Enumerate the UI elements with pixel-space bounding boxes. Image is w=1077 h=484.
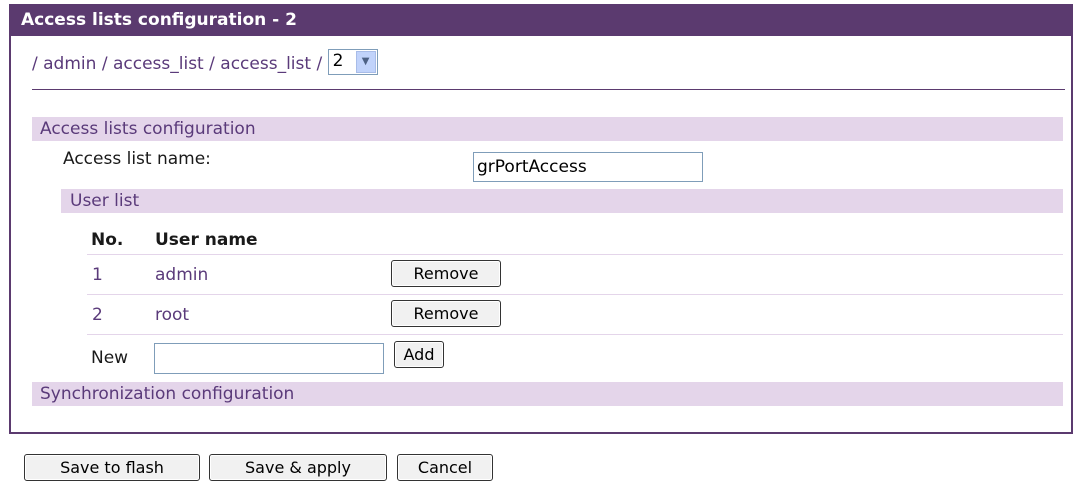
save-and-apply-button[interactable]: Save & apply — [209, 454, 387, 481]
breadcrumb-link-access-list-1[interactable]: access_list — [113, 54, 204, 74]
access-list-name-input[interactable] — [473, 152, 703, 182]
breadcrumb-separator: / — [311, 54, 328, 74]
column-header-no: No. — [91, 230, 124, 250]
breadcrumb-link-access-list-2[interactable]: access_list — [220, 54, 311, 74]
divider — [32, 89, 1065, 90]
remove-user-button[interactable]: Remove — [391, 300, 501, 327]
user-name: admin — [155, 265, 209, 285]
row-divider — [87, 254, 1063, 255]
row-number: 1 — [92, 265, 103, 285]
column-header-user-name: User name — [155, 230, 258, 250]
sync-section-header: Synchronization configuration — [32, 382, 1063, 406]
user-name: root — [155, 305, 190, 325]
list-index-select[interactable]: 2 ▼ — [327, 49, 378, 75]
new-user-label: New — [91, 348, 129, 368]
add-user-button[interactable]: Add — [394, 341, 444, 368]
breadcrumb-prefix: / — [32, 54, 44, 74]
access-list-name-label: Access list name: — [63, 149, 211, 169]
row-number: 2 — [92, 305, 103, 325]
list-index-value: 2 — [332, 51, 344, 71]
new-user-input[interactable] — [154, 343, 384, 374]
remove-user-button[interactable]: Remove — [391, 260, 501, 287]
row-divider — [87, 294, 1063, 295]
breadcrumb-separator: / — [203, 54, 221, 74]
breadcrumb-separator: / — [96, 54, 113, 74]
access-section-header: Access lists configuration — [32, 117, 1063, 141]
page-title: Access lists configuration - 2 — [11, 4, 1071, 36]
chevron-down-icon[interactable]: ▼ — [355, 51, 376, 73]
config-panel: Access lists configuration - 2 / admin /… — [9, 4, 1073, 434]
breadcrumb-link-admin[interactable]: admin — [43, 54, 96, 74]
user-list-header: User list — [61, 189, 1063, 213]
breadcrumb: / admin / access_list / access_list / 2 … — [32, 49, 378, 78]
cancel-button[interactable]: Cancel — [397, 454, 493, 481]
save-to-flash-button[interactable]: Save to flash — [24, 454, 200, 481]
row-divider — [87, 334, 1063, 335]
